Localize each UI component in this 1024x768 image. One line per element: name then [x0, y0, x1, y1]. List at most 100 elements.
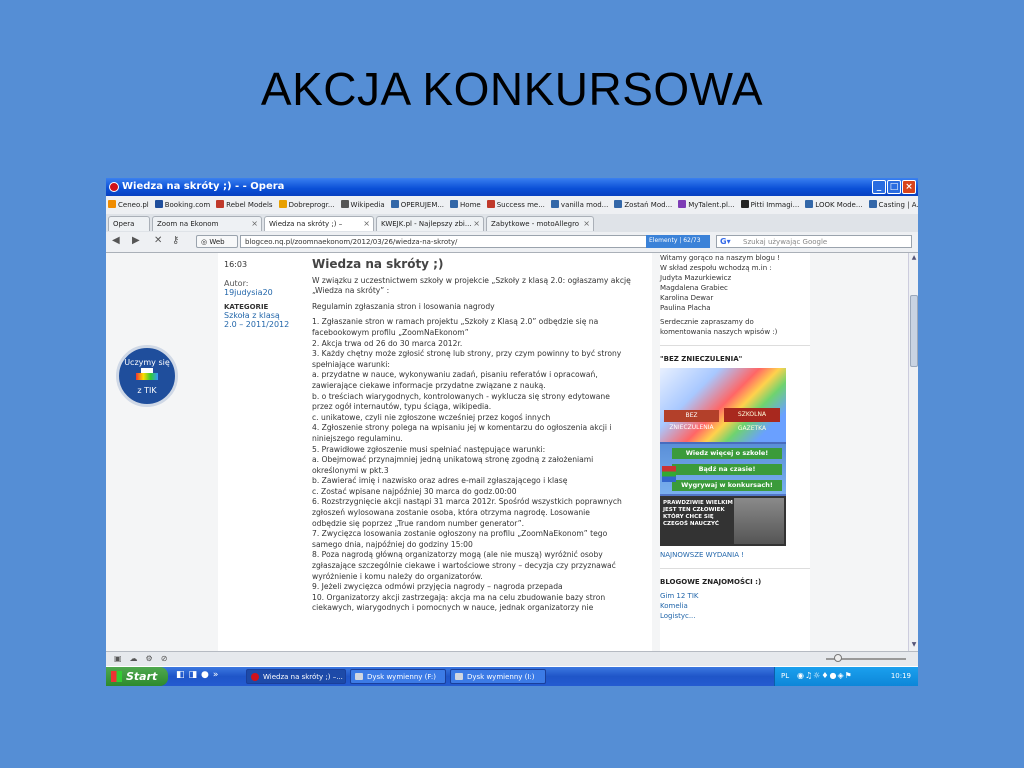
rule-line: 2. Akcja trwa od 26 do 30 marca 2012r.	[312, 338, 463, 348]
bookmark-label: Wikipedia	[350, 201, 385, 209]
gazette-slogan-1: Wiedz więcej o szkole!	[672, 448, 782, 459]
web-button[interactable]: ◎ Web	[196, 235, 238, 248]
bookmark-item[interactable]: MyTalent.pl...	[678, 200, 735, 209]
rule-line: c. Zostać wpisane najpóźniej 30 marca do…	[312, 486, 517, 496]
quick-launch-icons[interactable]: ◧◨●»	[176, 670, 222, 680]
rule-line: przez ogół internautów, typu ściąga, wik…	[312, 402, 492, 412]
school-building-image	[734, 498, 784, 544]
bookmark-item[interactable]: Success me...	[486, 200, 545, 209]
tab-close-icon[interactable]: ×	[363, 219, 370, 228]
bookmark-item[interactable]: Zostań Mod...	[614, 200, 672, 209]
close-button[interactable]: ×	[902, 180, 916, 194]
minimize-button[interactable]: _	[872, 180, 886, 194]
url-input[interactable]: blogceo.nq.pl/zoomnaekonom/2012/03/26/wi…	[240, 235, 710, 248]
bookmark-item[interactable]: Pitti Immagi...	[740, 200, 799, 209]
google-icon: G▾	[720, 237, 731, 246]
maximize-button[interactable]: □	[887, 180, 901, 194]
badge-bottom-text: z TIK	[137, 386, 157, 395]
bookmark-item[interactable]: Home	[450, 200, 481, 209]
rule-line: 5. Prawidłowe zgłoszenie musi spełniać n…	[312, 444, 546, 454]
tab-close-icon[interactable]: ×	[251, 219, 258, 228]
bookmark-label: Home	[460, 201, 481, 209]
tab-label: KWEJK.pl - Najlepszy zbi...	[381, 220, 472, 228]
rule-line: zawierające ciekawe informacje przydatne…	[312, 380, 546, 390]
bookmark-item[interactable]: Rebel Models	[216, 200, 273, 209]
drive-icon	[355, 673, 363, 680]
tab-item[interactable]: KWEJK.pl - Najlepszy zbi... ×	[376, 216, 484, 231]
rule-line: 3. Każdy chętny może zgłosić stronę lub …	[312, 349, 622, 359]
bookmark-item[interactable]: Ceneo.pl	[108, 200, 149, 209]
blogroll-link[interactable]: Gim 12 TIK	[660, 591, 810, 601]
bookmark-item[interactable]: Wikipedia	[340, 200, 385, 209]
elements-indicator[interactable]: Elementy | 62/73	[646, 235, 710, 248]
taskbar-button[interactable]: Dysk wymienny (I:)	[450, 669, 546, 684]
blog-post: Wiedza na skróty ;) W związku z uczestni…	[312, 258, 642, 614]
tab-close-icon[interactable]: ×	[583, 219, 590, 228]
latest-issues-link[interactable]: NAJNOWSZE WYDANIA !	[660, 550, 810, 560]
bookmark-favicon-icon	[108, 200, 116, 208]
post-subtitle: Regulamin zgłaszania stron i losowania n…	[312, 301, 495, 311]
vertical-scrollbar[interactable]: ▲ ▼	[908, 253, 918, 651]
bookmark-favicon-icon	[340, 200, 349, 208]
invite-text: Serdecznie zapraszamy do komentowania nas…	[660, 317, 810, 337]
bookmark-label: MyTalent.pl...	[688, 201, 735, 209]
author-link[interactable]: 19judysia20	[224, 288, 304, 297]
bookmark-favicon-icon	[550, 200, 559, 208]
scroll-thumb[interactable]	[910, 295, 918, 367]
category-link-year[interactable]: 2.0 – 2011/2012	[224, 320, 304, 329]
bookmark-item[interactable]: vanilla mod...	[550, 200, 608, 209]
taskbar-button-label: Wiedza na skróty ;) –...	[263, 673, 343, 681]
tab-close-icon[interactable]: ×	[473, 219, 480, 228]
rule-line: facebookowym profilu „ZoomNaEkonom”	[312, 327, 469, 337]
taskbar-button[interactable]: Dysk wymienny (F:)	[350, 669, 446, 684]
taskbar-button[interactable]: Wiedza na skróty ;) –...	[246, 669, 346, 684]
gazette-quote-panel: PRAWDZIWIE WIELKIM JEST TEN CZŁOWIEK KTÓ…	[660, 496, 786, 546]
tray-icons[interactable]: ◉♫☼♦●◈⚑	[797, 671, 853, 680]
blogroll-link[interactable]: Komelia	[660, 601, 810, 611]
start-button[interactable]: Start	[106, 667, 168, 686]
post-time: 16:03	[224, 260, 248, 269]
back-icon[interactable]: ◀	[112, 235, 120, 246]
bookmark-item[interactable]: OPERUJEM...	[390, 200, 444, 209]
bookmark-favicon-icon	[486, 200, 495, 208]
category-link[interactable]: Szkoła z klasą	[224, 311, 304, 320]
forward-icon[interactable]: ▶	[132, 235, 140, 246]
rule-line: 9. Jeżeli zwycięzca odmówi przyjęcia nag…	[312, 582, 563, 592]
rule-line: zgłoszeń wylosowana zostanie osoba, któr…	[312, 508, 590, 518]
tab-label: Zoom na Ekonom	[157, 220, 219, 228]
key-icon[interactable]: ⚷	[172, 235, 179, 246]
zoom-slider-knob[interactable]	[834, 654, 842, 662]
taskbar-button-label: Dysk wymienny (F:)	[367, 673, 436, 681]
tab-item[interactable]: Zabytkowe - motoAllegro ×	[486, 216, 594, 231]
welcome-line: Magdalena Grabiec	[660, 284, 728, 292]
bookmark-item[interactable]: Dobreprogr...	[278, 200, 335, 209]
bookmark-favicon-icon	[614, 200, 623, 208]
scroll-down-icon[interactable]: ▼	[910, 641, 918, 649]
blogroll-link[interactable]: Logistyc...	[660, 611, 810, 621]
welcome-line: Witamy gorąco na naszym blogu !	[660, 254, 780, 262]
gazette-banner[interactable]: BEZ ZNIECZULENIA SZKOLNA GAZETKA Wiedz w…	[660, 368, 786, 546]
tab-item[interactable]: Zoom na Ekonom ×	[152, 216, 262, 231]
language-indicator[interactable]: PL	[781, 672, 789, 680]
rule-line: b. Zawierać imię i nazwisko oraz adres e…	[312, 476, 568, 486]
gazette-slogans: Wiedz więcej o szkole! Bądź na czasie! W…	[660, 444, 786, 494]
panel-icons[interactable]: ▣☁⚙⊘	[114, 654, 175, 663]
welcome-text: Witamy gorąco na naszym blogu ! W skład z…	[660, 253, 810, 313]
badge-top-text: Uczymy się	[124, 358, 170, 367]
bookmark-item[interactable]: Booking.com	[154, 200, 210, 209]
uczymy-sie-badge[interactable]: Uczymy się z TIK	[116, 345, 178, 407]
bookmark-item[interactable]: LOOK Mode...	[805, 200, 863, 209]
tab-item[interactable]: Opera	[108, 216, 150, 231]
search-input[interactable]: G▾ Szukaj używając Google	[716, 235, 912, 248]
rule-line: a. Obejmować przynajmniej jedną unikatow…	[312, 455, 594, 465]
gazette-quote: PRAWDZIWIE WIELKIM JEST TEN CZŁOWIEK KTÓ…	[663, 500, 733, 527]
tab-item[interactable]: Wiedza na skróty ;) – ×	[264, 216, 374, 231]
post-rules: 1. Zgłaszanie stron w ramach projektu „S…	[312, 317, 642, 614]
window-titlebar[interactable]: Wiedza na skróty ;) - - Opera _ □ ×	[106, 178, 918, 196]
scroll-up-icon[interactable]: ▲	[910, 254, 918, 262]
drive-icon	[455, 673, 463, 680]
bookmark-label: Casting | A...	[878, 201, 918, 209]
stop-icon[interactable]: ✕	[154, 235, 162, 246]
bookmark-item[interactable]: Casting | A...	[868, 200, 918, 209]
rule-line: 4. Zgłoszenie strony polega na wpisaniu …	[312, 423, 612, 433]
